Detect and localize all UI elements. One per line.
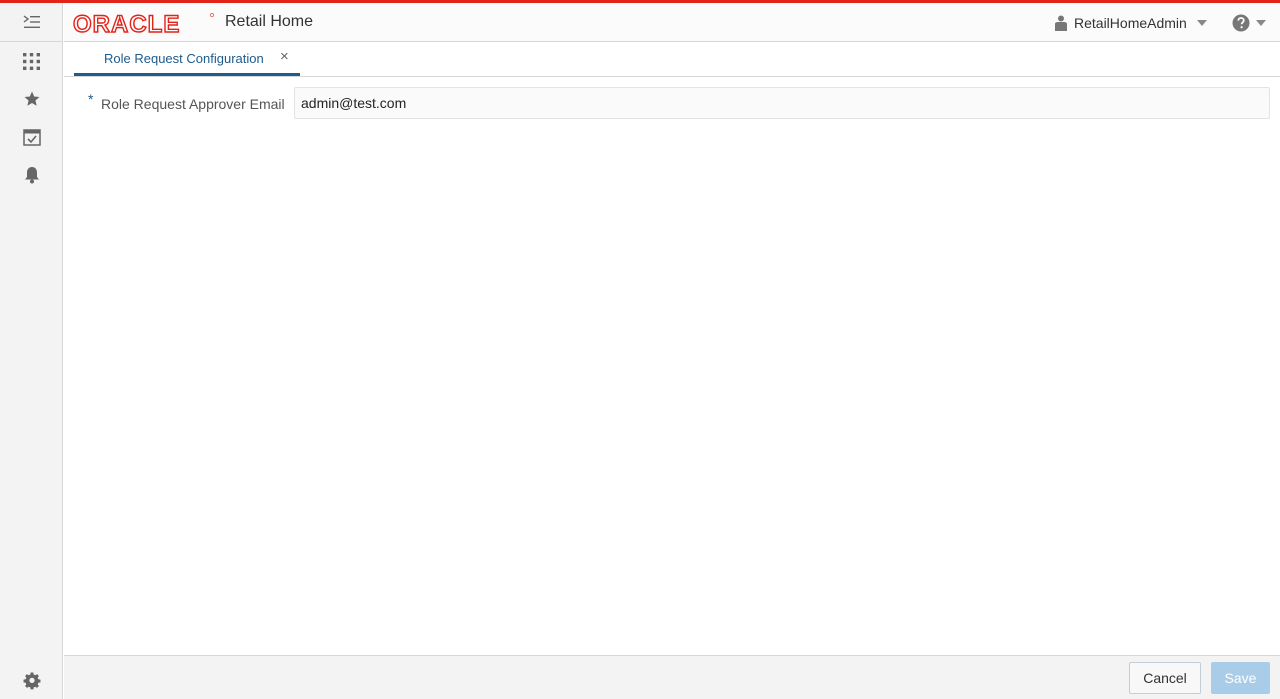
app-title: Retail Home [225, 13, 314, 30]
tab-label: Role Request Configuration [104, 51, 264, 66]
app-header: ORACLE Retail Home RetailHomeAdmin [64, 3, 1280, 42]
approver-email-row: * Role Request Approver Email [64, 86, 1280, 120]
required-marker: * [88, 91, 94, 107]
menu-toggle-icon [23, 15, 40, 28]
page-footer: Cancel Save [64, 655, 1280, 699]
cancel-button[interactable]: Cancel [1129, 662, 1201, 694]
oracle-logo[interactable]: ORACLE [73, 8, 215, 38]
close-icon[interactable]: × [280, 49, 289, 64]
apps-grid-icon [23, 52, 40, 70]
user-icon [1055, 15, 1067, 31]
notifications-button[interactable] [0, 157, 63, 193]
left-rail [0, 3, 63, 699]
tab-role-request-configuration[interactable]: Role Request Configuration × [74, 42, 300, 76]
tasks-calendar-icon [22, 129, 41, 146]
tab-bar: Role Request Configuration × [64, 42, 1280, 77]
notifications-bell-icon [24, 167, 39, 184]
tasks-button[interactable] [0, 119, 63, 155]
help-icon [1232, 14, 1250, 32]
menu-toggle-button[interactable] [0, 3, 63, 42]
settings-gear-icon [23, 672, 40, 690]
chevron-down-icon [1256, 20, 1266, 26]
svg-text:ORACLE: ORACLE [73, 12, 180, 34]
favorites-button[interactable] [0, 81, 63, 117]
help-menu[interactable] [1232, 11, 1266, 35]
settings-button[interactable] [0, 663, 63, 699]
user-menu[interactable]: RetailHomeAdmin [1054, 11, 1207, 35]
favorites-star-icon [24, 91, 39, 106]
approver-email-label: Role Request Approver Email [101, 96, 285, 112]
user-name: RetailHomeAdmin [1074, 15, 1187, 31]
chevron-down-icon [1196, 20, 1207, 26]
apps-button[interactable] [0, 43, 63, 79]
save-button[interactable]: Save [1211, 662, 1270, 694]
approver-email-input[interactable] [294, 87, 1270, 119]
